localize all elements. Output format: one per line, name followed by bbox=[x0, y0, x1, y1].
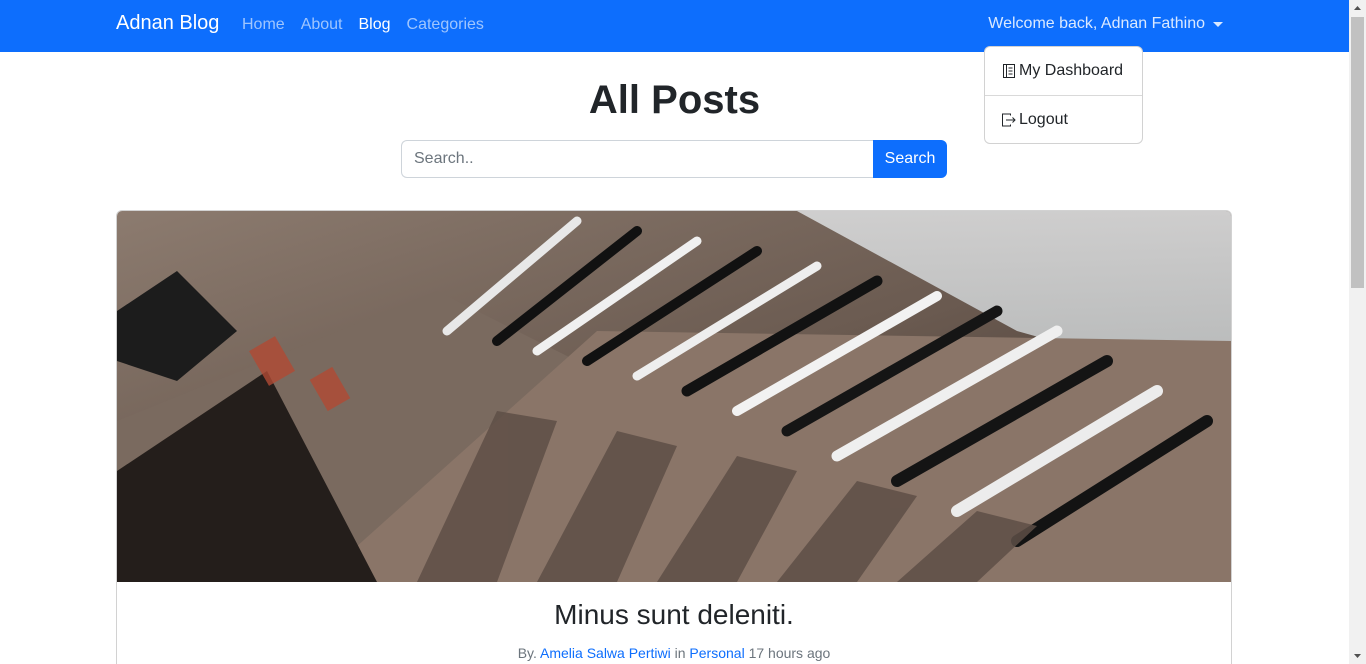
page-title: All Posts bbox=[588, 78, 761, 122]
post-title[interactable]: Minus sunt deleniti. bbox=[117, 599, 1231, 631]
nav-link-categories[interactable]: Categories bbox=[407, 16, 484, 34]
search-input[interactable] bbox=[401, 140, 873, 178]
navbar: Adnan Blog Home About Blog Categories We… bbox=[0, 0, 1349, 52]
scroll-up-arrow-icon[interactable] bbox=[1349, 0, 1366, 17]
search-button[interactable]: Search bbox=[873, 140, 947, 178]
by-label: By. bbox=[517, 645, 537, 661]
post-card: Minus sunt deleniti. By. Amelia Salwa Pe… bbox=[116, 210, 1232, 664]
nav-link-blog[interactable]: Blog bbox=[359, 16, 391, 34]
post-time: 17 hours ago bbox=[748, 645, 831, 661]
brand-link[interactable]: Adnan Blog bbox=[116, 12, 219, 35]
user-dropdown-toggle[interactable]: Welcome back, Adnan Fathino bbox=[988, 15, 1223, 33]
scroll-down-arrow-icon[interactable] bbox=[1349, 647, 1366, 664]
in-label: in bbox=[674, 645, 686, 661]
page-viewport: Adnan Blog Home About Blog Categories We… bbox=[0, 0, 1349, 664]
user-greeting: Welcome back, Adnan Fathino bbox=[988, 15, 1205, 32]
category-link[interactable]: Personal bbox=[689, 645, 744, 661]
post-image[interactable] bbox=[117, 211, 1231, 582]
scrollbar[interactable] bbox=[1349, 0, 1366, 664]
nav-link-home[interactable]: Home bbox=[242, 16, 285, 34]
nav-link-about[interactable]: About bbox=[301, 16, 343, 34]
caret-down-icon bbox=[1213, 21, 1223, 27]
post-meta: By. Amelia Salwa Pertiwi in Personal 17 … bbox=[117, 645, 1231, 661]
journal-icon bbox=[1003, 64, 1015, 78]
author-link[interactable]: Amelia Salwa Pertiwi bbox=[540, 645, 671, 661]
scrollbar-thumb[interactable] bbox=[1351, 17, 1364, 288]
nav-links: Home About Blog Categories bbox=[242, 16, 484, 34]
post-image-graphic bbox=[117, 211, 1231, 582]
search-form: Search bbox=[401, 140, 947, 178]
